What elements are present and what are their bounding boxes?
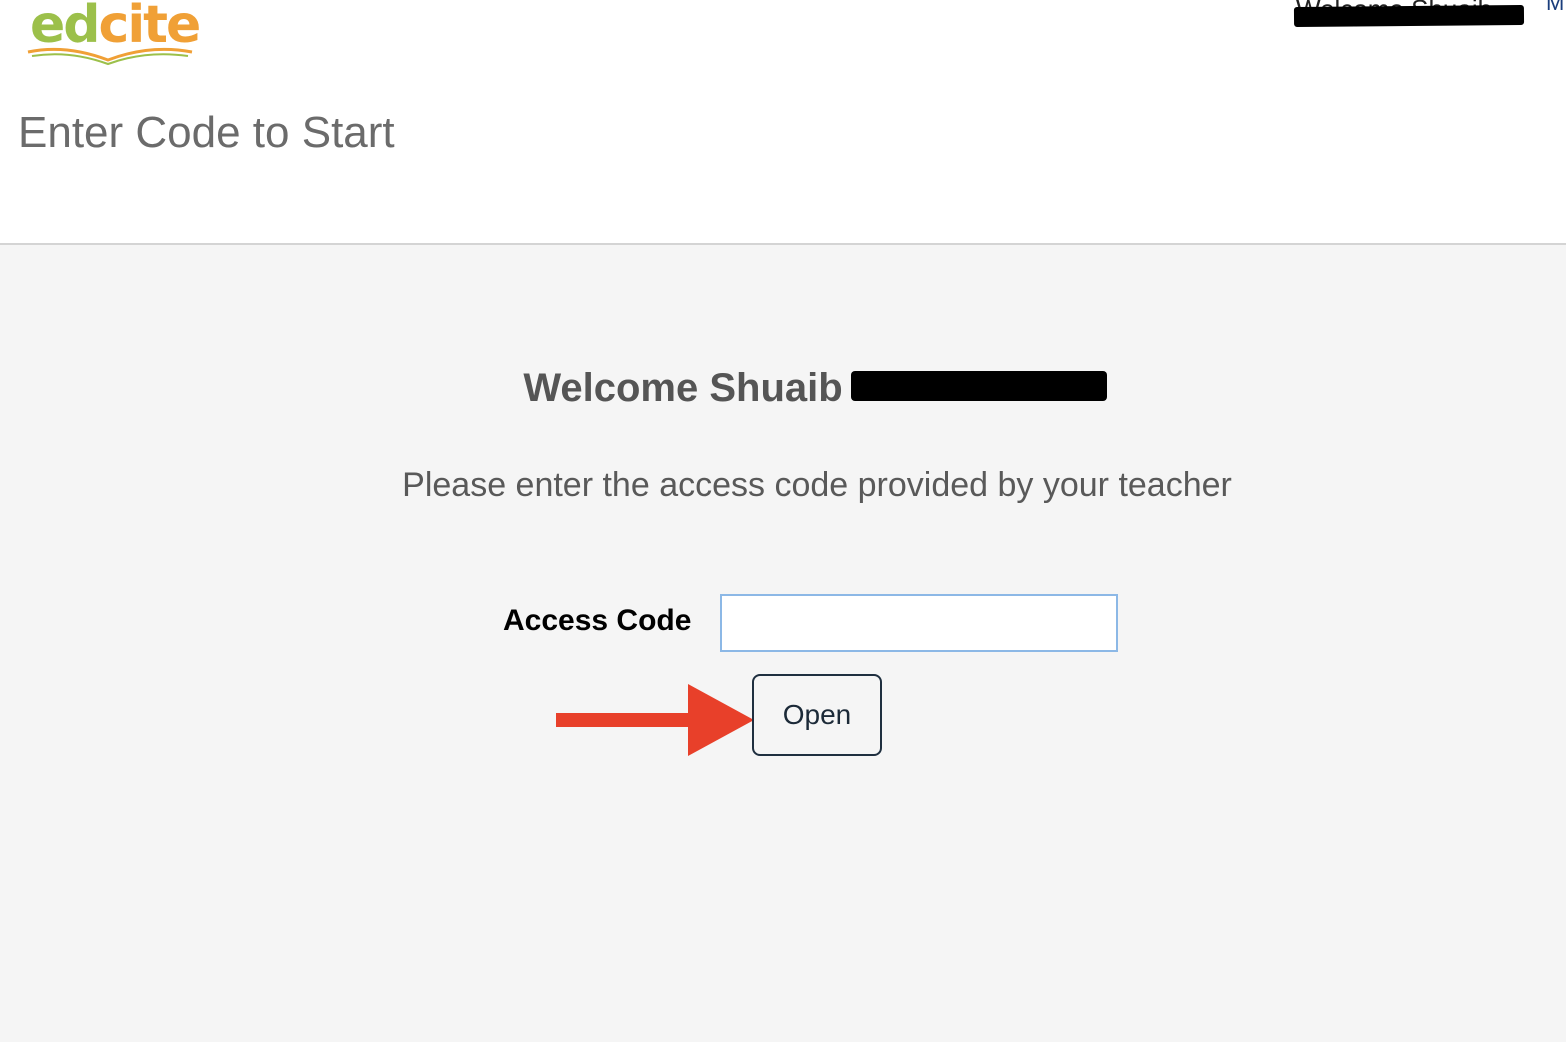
- instructions-text: Please enter the access code provided by…: [402, 466, 1232, 504]
- edcite-logo[interactable]: edcite: [26, 0, 201, 66]
- welcome-heading: Welcome Shuaib: [523, 366, 1114, 411]
- redaction-mark: [1293, 4, 1525, 28]
- welcome-text: Welcome Shuaib: [523, 366, 843, 410]
- open-button[interactable]: Open: [752, 674, 882, 756]
- red-arrow-annotation: [556, 684, 754, 756]
- access-code-label: Access Code: [503, 604, 692, 637]
- redacted-name: [850, 371, 1107, 402]
- page-header: edcite Welcome Shuaib M Enter Code to St…: [0, 0, 1566, 245]
- page-title: Enter Code to Start: [18, 108, 395, 157]
- book-swoosh-icon: [27, 47, 193, 66]
- access-code-input[interactable]: [720, 594, 1118, 652]
- welcome-section: Welcome Shuaib: [0, 366, 1566, 411]
- menu-link[interactable]: M: [1546, 0, 1564, 16]
